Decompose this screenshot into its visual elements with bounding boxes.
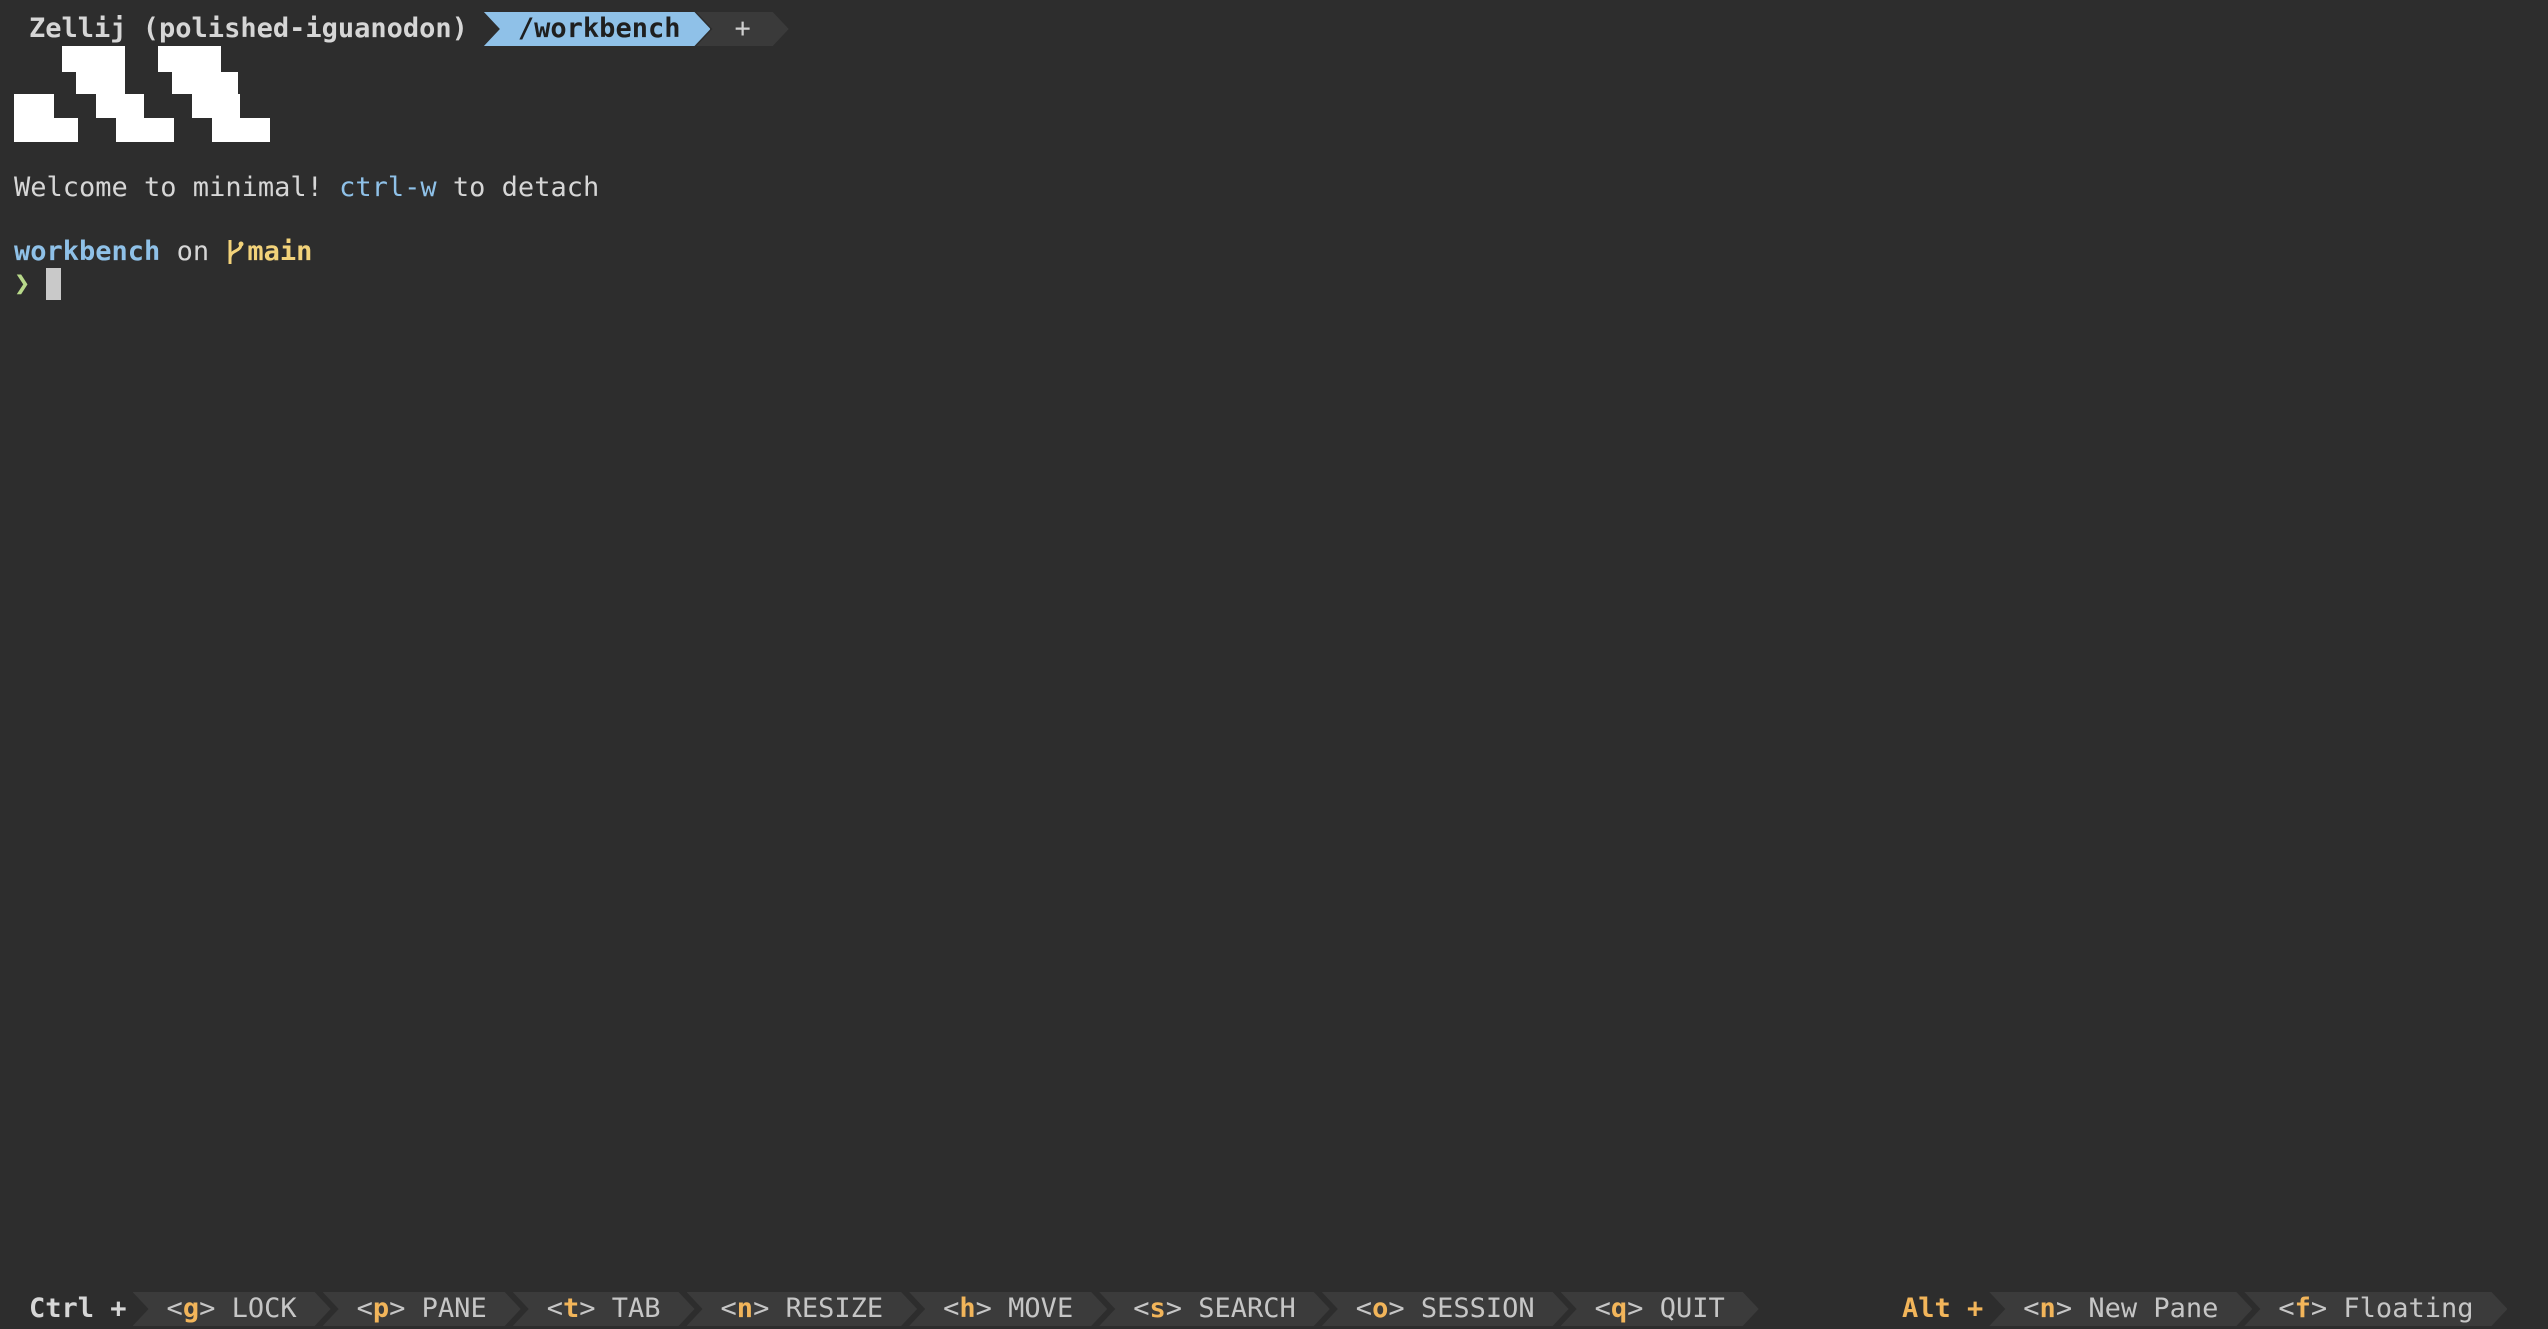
prompt-symbol: ❯: [14, 268, 31, 299]
key-tab[interactable]: <t> TAB: [513, 1292, 695, 1326]
tab-bar: Zellij (polished-iguanodon) /workbench +: [0, 12, 789, 46]
key-quit[interactable]: <q> QUIT: [1561, 1292, 1759, 1326]
zellij-logo: [0, 44, 280, 144]
status-bar: Ctrl + <g> LOCK <p> PANE <t> TAB <n> RES…: [0, 1292, 2548, 1326]
git-branch-icon: [228, 240, 244, 264]
ctrl-keybindings: Ctrl + <g> LOCK <p> PANE <t> TAB <n> RES…: [0, 1292, 1759, 1326]
ctrl-prefix: Ctrl +: [29, 1293, 127, 1324]
key-new-pane[interactable]: <n> New Pane: [1989, 1292, 2252, 1326]
key-floating[interactable]: <f> Floating: [2244, 1292, 2507, 1326]
key-lock[interactable]: <g> LOCK: [133, 1292, 331, 1326]
prompt-line[interactable]: ❯: [14, 268, 62, 300]
welcome-suffix: to detach: [436, 172, 600, 203]
key-resize[interactable]: <n> RESIZE: [687, 1292, 918, 1326]
prompt-info: workbench on main: [14, 236, 312, 268]
tab-workbench[interactable]: /workbench: [484, 12, 711, 46]
git-branch: main: [247, 236, 313, 267]
session-name: Zellij (polished-iguanodon): [29, 13, 468, 44]
key-pane[interactable]: <p> PANE: [323, 1292, 521, 1326]
detach-key: ctrl-w: [339, 172, 437, 203]
welcome-text: Welcome to minimal!: [14, 172, 340, 203]
key-move[interactable]: <h> MOVE: [909, 1292, 1107, 1326]
alt-prefix: Alt +: [1902, 1293, 1984, 1324]
key-session[interactable]: <o> SESSION: [1322, 1292, 1569, 1326]
key-search[interactable]: <s> SEARCH: [1099, 1292, 1330, 1326]
alt-keybindings: Alt + <n> New Pane <f> Floating: [1880, 1292, 2507, 1326]
on-text: on: [160, 236, 226, 267]
text-cursor[interactable]: [46, 268, 62, 300]
welcome-message: Welcome to minimal! ctrl-w to detach: [14, 172, 599, 204]
current-directory: workbench: [14, 236, 161, 267]
